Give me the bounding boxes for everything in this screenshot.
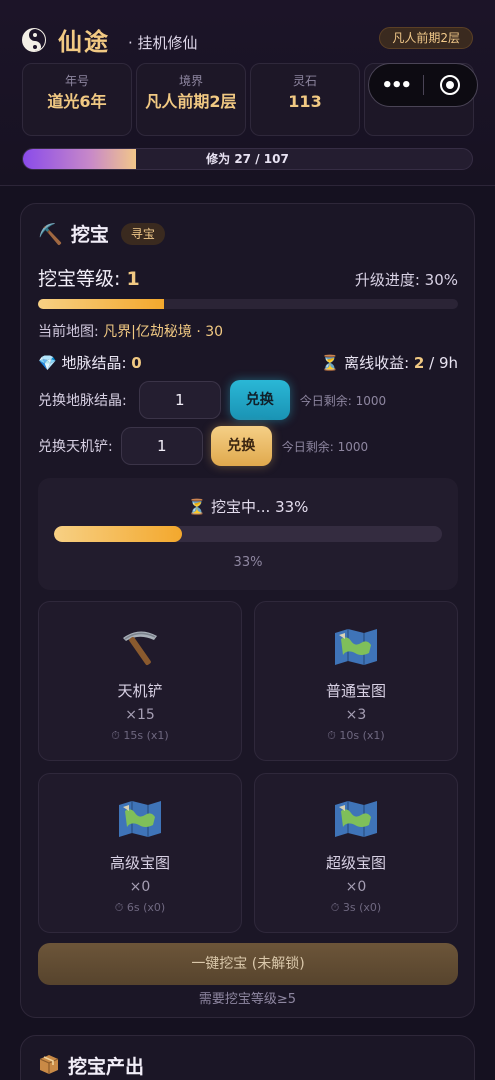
mini-program-capsule: ••• <box>368 63 478 107</box>
app-title: 仙途 <box>58 28 110 56</box>
treasure-dig-card: ⛏️ 挖宝 寻宝 挖宝等级: 1 升级进度: 30% 当前地图: 凡界|亿劫秘境… <box>20 203 475 1018</box>
upgrade-progress-bar <box>38 299 458 309</box>
stat-value: 113 <box>288 92 322 111</box>
digging-progress-bar <box>54 526 442 542</box>
gem-icon: 💎 <box>38 354 57 372</box>
top-status-panel: 仙途 · 挂机修仙 凡人前期2层 年号 道光6年 境界 凡人前期2层 灵石 11… <box>0 0 495 186</box>
app-subtitle: · 挂机修仙 <box>128 34 198 52</box>
treasure-map-icon <box>255 622 457 672</box>
tool-time: ⏱ 15s (x1) <box>111 729 169 742</box>
crystal-value: 0 <box>131 354 142 372</box>
stat-label: 年号 <box>64 74 89 88</box>
tool-name: 高级宝图 <box>109 854 170 872</box>
treasure-output-card: 挖宝产出 <box>20 1035 475 1080</box>
card-title: 挖宝产出 <box>68 1056 145 1078</box>
dig-level: 挖宝等级: 1 <box>38 268 140 290</box>
one-key-dig-hint: 需要挖宝等级≥5 <box>198 992 297 1007</box>
upgrade-progress-fill <box>38 299 164 309</box>
exchange-shovel-row: 兑换天机铲: 1 兑换 今日剩余: 1000 <box>38 426 368 466</box>
stat-label: 灵石 <box>292 74 317 88</box>
exchange-crystal-label: 兑换地脉结晶: <box>38 393 127 409</box>
offline-value: 2 <box>413 354 425 372</box>
tool-card-advanced-map[interactable]: 高级宝图 ×0 ⏱ 6s (x0) <box>38 773 242 933</box>
exchange-crystal-remaining: 今日剩余: 1000 <box>299 393 387 408</box>
treasure-map-icon <box>255 794 457 844</box>
exchange-crystal-button[interactable]: 兑换 <box>229 380 290 420</box>
exchange-shovel-label: 兑换天机铲: <box>38 439 113 455</box>
stat-label: 境界 <box>178 74 203 88</box>
more-dots-icon[interactable]: ••• <box>369 75 423 96</box>
tool-name: 超级宝图 <box>325 854 386 872</box>
stat-value: 道光6年 <box>47 92 107 111</box>
exchange-shovel-input[interactable]: 1 <box>120 427 203 465</box>
exchange-shovel-button[interactable]: 兑换 <box>210 426 272 466</box>
card-title: 挖宝 <box>70 224 109 246</box>
brand: 仙途 · 挂机修仙 <box>22 22 198 57</box>
stat-era: 年号 道光6年 <box>22 63 132 136</box>
crystal-info: 💎 地脉结晶: 0 <box>38 354 142 372</box>
stat-spirit-stone: 灵石 113 <box>250 63 360 136</box>
exchange-crystal-input[interactable]: 1 <box>138 381 221 419</box>
pickaxe-icon <box>39 622 241 672</box>
realm-badge: 凡人前期2层 <box>379 27 473 49</box>
current-map-value: 凡界|亿劫秘境 · 30 <box>103 324 224 340</box>
cultivation-progress-bar: 修为 27 / 107 <box>22 148 473 170</box>
exchange-shovel-remaining: 今日剩余: 1000 <box>281 439 369 454</box>
one-key-dig-button[interactable]: 一键挖宝 (未解锁) <box>38 943 458 985</box>
stat-value: 凡人前期2层 <box>145 92 237 111</box>
crystal-row: 💎 地脉结晶: 0 ⏳ 离线收益: 2 / 9h <box>38 352 458 373</box>
dig-level-row: 挖宝等级: 1 升级进度: 30% <box>38 264 458 291</box>
tool-count: ×0 <box>345 879 367 895</box>
digging-progress-fill <box>54 526 183 542</box>
stat-realm: 境界 凡人前期2层 <box>136 63 246 136</box>
package-box-icon <box>38 1053 60 1079</box>
tool-time: ⏱ 10s (x1) <box>327 729 385 742</box>
card-header: 挖宝产出 <box>38 1052 144 1079</box>
offline-income: ⏳ 离线收益: 2 / 9h <box>320 354 458 372</box>
tool-time: ⏱ 3s (x0) <box>330 901 382 914</box>
tool-time: ⏱ 6s (x0) <box>114 901 166 914</box>
card-header: ⛏️ 挖宝 寻宝 <box>38 220 165 247</box>
tool-card-super-map[interactable]: 超级宝图 ×0 ⏱ 3s (x0) <box>254 773 458 933</box>
tool-count: ×0 <box>129 879 151 895</box>
pickaxe-icon: ⛏️ <box>38 221 63 246</box>
digging-percent: 33% <box>233 555 263 570</box>
digging-progress-panel: ⏳ 挖宝中... 33% 33% <box>38 478 458 590</box>
digging-status: ⏳ 挖宝中... 33% <box>187 498 309 516</box>
treasure-tag: 寻宝 <box>120 222 165 245</box>
hourglass-icon: ⏳ <box>320 354 340 372</box>
tool-count: ×15 <box>125 707 155 723</box>
upgrade-progress: 升级进度: 30% <box>354 271 458 289</box>
tool-name: 天机铲 <box>117 682 163 700</box>
dig-level-value: 1 <box>126 268 140 290</box>
tool-card-shovel[interactable]: 天机铲 ×15 ⏱ 15s (x1) <box>38 601 242 761</box>
cultivation-progress-text: 修为 27 / 107 <box>206 152 289 166</box>
exchange-crystal-row: 兑换地脉结晶: 1 兑换 今日剩余: 1000 <box>38 380 386 420</box>
yin-yang-icon <box>22 27 46 52</box>
current-map: 当前地图: 凡界|亿劫秘境 · 30 <box>38 324 224 340</box>
tool-card-normal-map[interactable]: 普通宝图 ×3 ⏱ 10s (x1) <box>254 601 458 761</box>
target-circle-icon[interactable] <box>423 75 477 95</box>
treasure-map-icon <box>39 794 241 844</box>
tool-count: ×3 <box>345 707 367 723</box>
tool-grid: 天机铲 ×15 ⏱ 15s (x1) 普通宝图 ×3 ⏱ 10s (x1) 高级… <box>38 601 458 933</box>
tool-name: 普通宝图 <box>325 682 386 700</box>
